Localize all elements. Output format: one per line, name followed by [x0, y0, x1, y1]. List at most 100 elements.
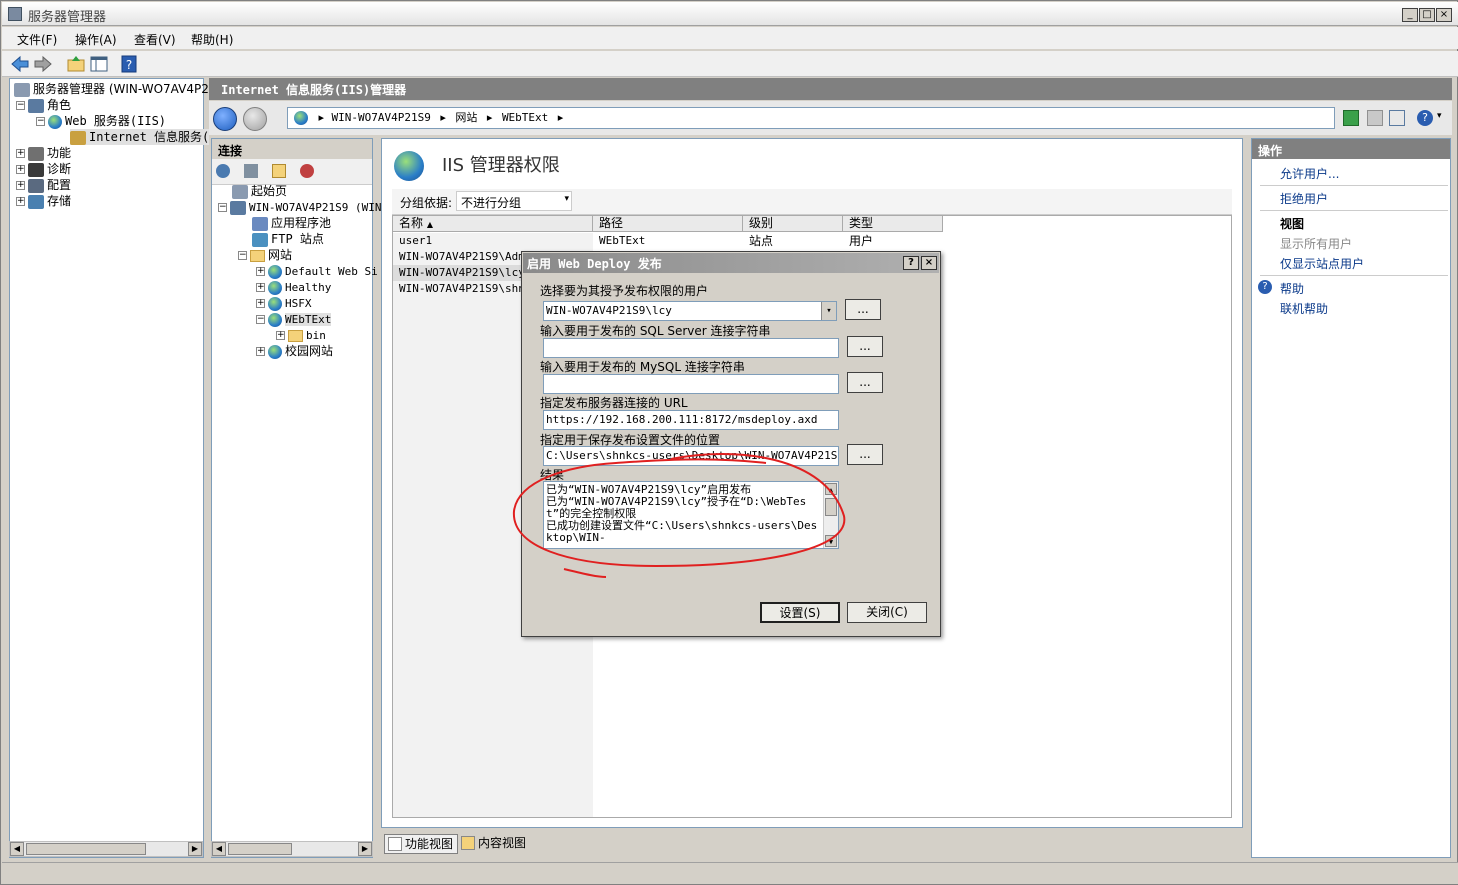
help-link[interactable]: 帮助 [1280, 280, 1304, 297]
conn-item-hsfx[interactable]: + HSFX [256, 295, 312, 311]
chevron-down-icon[interactable]: ▾ [821, 302, 836, 320]
user-select[interactable]: WIN-WO7AV4P21S9\lcy ▾ [543, 301, 837, 321]
conn-item-default[interactable]: + Default Web Si [256, 263, 378, 279]
show-hide-console-icon[interactable] [89, 54, 109, 74]
tree-item-diagnostics[interactable]: + 诊断 [16, 161, 71, 177]
conn-item-sites[interactable]: − 网站 [238, 247, 292, 263]
nav-back-icon[interactable] [213, 107, 237, 131]
results-textbox[interactable]: 已为“WIN-WO7AV4P21S9\lcy”启用发布 已为“WIN-WO7AV… [543, 481, 839, 549]
tab-content-view[interactable]: 内容视图 [458, 834, 530, 854]
sql-browse-button[interactable]: ... [847, 336, 883, 357]
up-folder-icon[interactable] [272, 164, 286, 178]
forward-arrow-icon[interactable] [33, 54, 53, 74]
mysql-connection-input[interactable] [543, 374, 839, 394]
expand-icon[interactable]: + [16, 149, 25, 158]
expand-icon[interactable]: + [256, 267, 265, 276]
collapse-icon[interactable]: − [16, 101, 25, 110]
group-select[interactable]: 不进行分组 ▾ [456, 191, 572, 211]
show-site-users-link[interactable]: 仅显示站点用户 [1280, 255, 1364, 272]
scroll-down-icon[interactable]: ▼ [825, 535, 837, 547]
expand-icon[interactable]: + [16, 197, 25, 206]
collapse-icon[interactable]: − [218, 203, 227, 212]
dialog-close-button[interactable]: × [921, 256, 937, 270]
expand-icon[interactable]: + [16, 181, 25, 190]
breadcrumb-server[interactable]: WIN-WO7AV4P21S9 [332, 111, 431, 124]
conn-item-start[interactable]: 起始页 [232, 183, 287, 199]
sql-connection-input[interactable] [543, 338, 839, 358]
menu-view[interactable]: 查看(V) [134, 31, 176, 48]
deny-user-link[interactable]: 拒绝用户 [1280, 190, 1328, 207]
nav-forward-icon[interactable] [243, 107, 267, 131]
expand-icon[interactable]: + [276, 331, 285, 340]
conn-item-ftp[interactable]: FTP 站点 [252, 231, 324, 247]
conn-item-webtext[interactable]: − WEbTExt [256, 311, 332, 327]
results-scrollbar[interactable]: ▲ ▼ [823, 482, 838, 548]
scroll-right-icon[interactable]: ▶ [188, 842, 202, 856]
collapse-icon[interactable]: − [36, 117, 45, 126]
up-folder-icon[interactable] [66, 54, 86, 74]
scroll-left-icon[interactable]: ◀ [212, 842, 226, 856]
user-browse-button[interactable]: ... [845, 299, 881, 320]
tree-item-features[interactable]: + 功能 [16, 145, 71, 161]
scroll-thumb[interactable] [26, 843, 146, 855]
expand-icon[interactable]: + [256, 299, 265, 308]
expand-icon[interactable]: + [16, 165, 25, 174]
collapse-icon[interactable]: − [238, 251, 247, 260]
help-dropdown-icon[interactable]: ▾ [1437, 111, 1442, 121]
disconnect-icon[interactable] [300, 164, 314, 178]
connect-icon[interactable] [216, 164, 230, 178]
expand-icon[interactable]: + [256, 347, 265, 356]
expand-icon[interactable]: + [256, 283, 265, 292]
back-arrow-icon[interactable] [10, 54, 30, 74]
scroll-right-icon[interactable]: ▶ [358, 842, 372, 856]
tab-feature-view[interactable]: 功能视图 [384, 834, 459, 854]
tree-root[interactable]: 服务器管理器 (WIN-WO7AV4P21S [14, 81, 224, 97]
url-input[interactable]: https://192.168.200.111:8172/msdeploy.ax… [543, 410, 839, 430]
connections-hscroll[interactable]: ◀ ▶ [211, 841, 373, 857]
col-header-path[interactable]: 路径 [593, 216, 743, 232]
col-header-level[interactable]: 级别 [743, 216, 843, 232]
left-tree-hscroll[interactable]: ◀ ▶ [9, 841, 203, 857]
tree-item-config[interactable]: + 配置 [16, 177, 71, 193]
conn-item-bin[interactable]: + bin [276, 327, 326, 343]
col-header-name[interactable]: 名称 ▲ [393, 216, 593, 232]
menu-help[interactable]: 帮助(H) [191, 31, 233, 48]
chevron-down-icon[interactable]: ▾ [564, 194, 569, 204]
home-icon[interactable] [1389, 110, 1405, 126]
stop-icon[interactable] [1367, 110, 1383, 126]
breadcrumb[interactable]: ▸ WIN-WO7AV4P21S9 ▸ 网站 ▸ WEbTExt ▸ [287, 107, 1335, 129]
allow-user-link[interactable]: 允许用户... [1280, 165, 1339, 182]
close-dialog-button[interactable]: 关闭(C) [847, 602, 927, 623]
save-icon[interactable] [244, 164, 258, 178]
close-button[interactable]: × [1436, 8, 1452, 22]
menu-file[interactable]: 文件(F) [17, 31, 57, 48]
show-all-users-link[interactable]: 显示所有用户 [1280, 235, 1352, 252]
scroll-thumb[interactable] [825, 498, 837, 516]
minimize-button[interactable]: _ [1402, 8, 1418, 22]
breadcrumb-site[interactable]: WEbTExt [502, 111, 548, 124]
col-header-type[interactable]: 类型 [843, 216, 943, 232]
breadcrumb-sites[interactable]: 网站 [455, 111, 477, 124]
help-icon[interactable]: ? [119, 54, 139, 74]
help-icon[interactable]: ? [1417, 110, 1433, 126]
setup-button[interactable]: 设置(S) [760, 602, 840, 623]
conn-item-app-pools[interactable]: 应用程序池 [252, 215, 331, 231]
maximize-button[interactable]: □ [1419, 8, 1435, 22]
scroll-thumb[interactable] [228, 843, 292, 855]
scroll-left-icon[interactable]: ◀ [10, 842, 24, 856]
conn-item-campus[interactable]: + 校园网站 [256, 343, 333, 359]
collapse-icon[interactable]: − [256, 315, 265, 324]
tree-item-storage[interactable]: + 存储 [16, 193, 71, 209]
tree-item-iis-manager[interactable]: Internet 信息服务( [70, 129, 210, 145]
conn-item-server[interactable]: − WIN-WO7AV4P21S9 (WIN [218, 199, 381, 215]
tree-item-roles[interactable]: − 角色 [16, 97, 71, 113]
file-location-input[interactable]: C:\Users\shnkcs-users\Desktop\WIN-WO7AV4… [543, 446, 839, 466]
dialog-help-button[interactable]: ? [903, 256, 919, 270]
file-browse-button[interactable]: ... [847, 444, 883, 465]
refresh-icon[interactable] [1343, 110, 1359, 126]
tree-item-web-server[interactable]: − Web 服务器(IIS) [36, 113, 166, 129]
online-help-link[interactable]: 联机帮助 [1280, 300, 1328, 317]
scroll-up-icon[interactable]: ▲ [825, 483, 837, 495]
menu-action[interactable]: 操作(A) [75, 31, 117, 48]
mysql-browse-button[interactable]: ... [847, 372, 883, 393]
